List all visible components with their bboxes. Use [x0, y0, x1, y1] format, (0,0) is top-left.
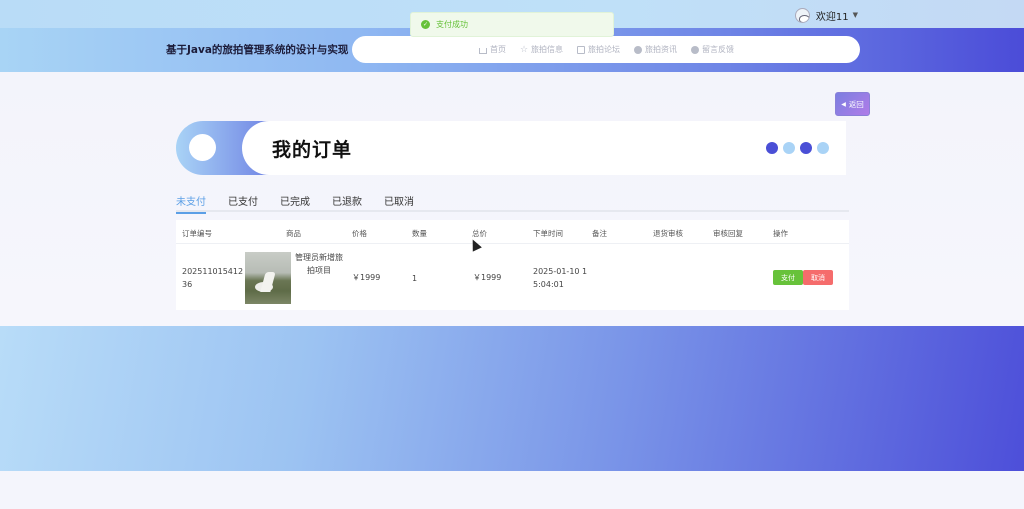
tab-cancelled[interactable]: 已取消	[384, 193, 414, 212]
site-title: 基于Java的旅拍管理系统的设计与实现	[166, 44, 349, 56]
back-label: 返回	[848, 99, 864, 109]
column-header: 审核回复	[713, 229, 743, 238]
user-menu[interactable]: 欢迎11 ▼	[794, 6, 858, 24]
column-header: 数量	[412, 229, 427, 238]
column-header: 备注	[592, 229, 607, 238]
banner-dot	[800, 142, 812, 154]
table-header: 订单编号 商品 价格 数量 总价 下单时间 备注 退货审核 审核回复 操作	[176, 220, 849, 244]
check-icon: ✓	[421, 20, 430, 29]
nav-label: 旅拍论坛	[588, 45, 620, 54]
caret-left-icon: ◀	[841, 100, 846, 108]
banner-dot	[817, 142, 829, 154]
nav-label: 旅拍信息	[531, 45, 563, 54]
column-header: 订单编号	[182, 229, 212, 238]
pay-button[interactable]: 支付	[773, 270, 803, 285]
dot-icon	[691, 45, 699, 54]
nav-label: 旅拍资讯	[645, 45, 677, 54]
banner-dot	[766, 142, 778, 154]
tab-refunded[interactable]: 已退款	[332, 193, 362, 212]
product-name-line: 拍项目	[307, 266, 331, 275]
back-button[interactable]: ◀ 返回	[835, 92, 870, 116]
orders-table: 订单编号 商品 价格 数量 总价 下单时间 备注 退货审核 审核回复 操作 20…	[176, 220, 849, 310]
column-header: 退货审核	[653, 229, 683, 238]
cancel-button[interactable]: 取消	[803, 270, 833, 285]
tab-completed[interactable]: 已完成	[280, 193, 310, 212]
page-footer	[0, 471, 1024, 509]
product-thumbnail[interactable]	[245, 252, 291, 304]
nav-label: 首页	[490, 45, 506, 54]
main-nav: 首页 ☆ 旅拍信息 旅拍论坛 旅拍资讯 留言反馈	[352, 36, 860, 63]
banner-dot	[783, 142, 795, 154]
order-number-line: 202511015412	[182, 267, 244, 276]
tab-unpaid[interactable]: 未支付	[176, 193, 206, 214]
banner-dots	[766, 142, 834, 154]
nav-item-feedback[interactable]: 留言反馈	[691, 44, 734, 55]
total-price: ￥1999	[473, 273, 502, 282]
nav-item-news[interactable]: 旅拍资讯	[634, 44, 677, 55]
thumbnail-figure	[260, 272, 276, 292]
lower-gradient-band	[0, 326, 1024, 471]
home-icon	[479, 47, 487, 54]
column-header: 商品	[286, 229, 301, 238]
column-header: 下单时间	[533, 229, 563, 238]
order-number-line: 36	[182, 280, 193, 289]
dot-icon	[634, 45, 642, 54]
column-header: 操作	[773, 229, 788, 238]
product-name: 管理员新增旅 拍项目	[295, 251, 343, 277]
page-title: 我的订单	[272, 139, 353, 161]
welcome-text[interactable]: 欢迎11	[816, 8, 849, 23]
toast-message: 支付成功	[436, 20, 468, 29]
order-number: 202511015412 36	[182, 265, 243, 291]
nav-item-travel-info[interactable]: ☆ 旅拍信息	[520, 44, 563, 55]
nav-label: 留言反馈	[702, 45, 734, 54]
order-time: 2025-01-10 1 5:04:01	[533, 265, 587, 291]
product-name-line: 管理员新增旅	[295, 253, 343, 262]
page-banner: 我的订单	[176, 121, 846, 175]
file-icon	[577, 45, 585, 54]
star-icon: ☆	[520, 44, 529, 55]
order-status-tabs: 未支付 已支付 已完成 已退款 已取消	[176, 193, 849, 214]
quantity: 1	[412, 274, 418, 283]
nav-item-home[interactable]: 首页	[479, 44, 506, 55]
order-time-line: 2025-01-10 1	[533, 267, 588, 276]
tab-paid[interactable]: 已支付	[228, 193, 258, 212]
price: ￥1999	[352, 273, 381, 282]
chevron-down-icon[interactable]: ▼	[853, 11, 858, 19]
order-time-line: 5:04:01	[533, 280, 564, 289]
nav-item-forum[interactable]: 旅拍论坛	[577, 44, 620, 55]
column-header: 价格	[352, 229, 367, 238]
success-toast: ✓ 支付成功	[410, 12, 614, 37]
banner-circle	[189, 134, 216, 161]
avatar[interactable]	[794, 7, 810, 23]
